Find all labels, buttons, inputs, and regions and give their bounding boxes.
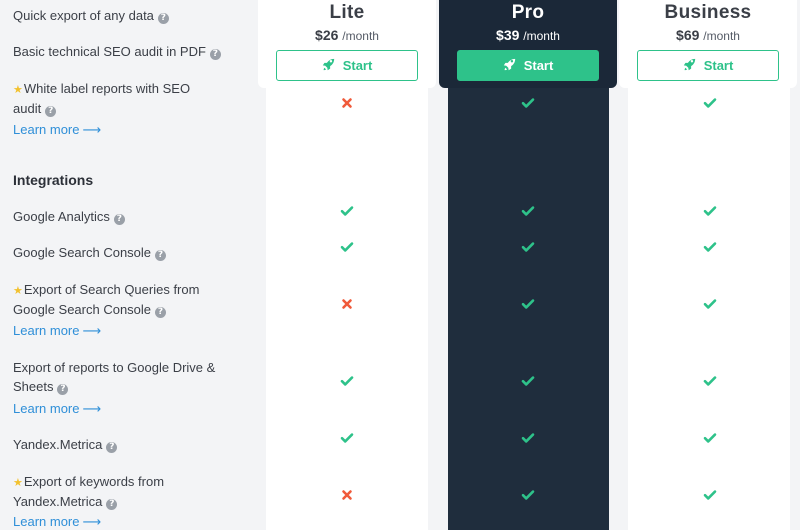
learn-more-link[interactable]: Learn more ⟶ [13,401,101,417]
feature-white-label: ★White label reports with SEO audit? [13,80,218,118]
star-icon: ★ [13,84,23,96]
check-icon [703,96,717,110]
check-icon [703,374,717,388]
price-period: /month [703,29,740,43]
price-period: /month [523,29,560,43]
check-icon [521,96,535,110]
feature-yandex-metrica: Yandex.Metrica? [13,436,238,455]
feature-export-yandex: ★Export of keywords from Yandex.Metrica? [13,473,198,511]
start-button-lite[interactable]: Start [276,50,418,81]
learn-more-link[interactable]: Learn more ⟶ [13,323,101,339]
plan-price: $26 /month [258,27,436,43]
start-button-business[interactable]: Start [637,50,779,81]
question-circle-icon[interactable]: ? [106,498,118,510]
feature-google-analytics: Google Analytics? [13,208,238,227]
plan-card-lite: Lite $26 /month Start [258,0,436,88]
learn-more-link[interactable]: Learn more ⟶ [13,122,101,138]
learn-more-label: Learn more [13,401,80,416]
arrow-right-icon: ⟶ [82,122,102,137]
plan-name: Lite [329,2,365,23]
start-button-label: Start [342,58,373,73]
check-icon [703,240,717,254]
feature-export-queries: ★Export of Search Queries from Google Se… [13,281,223,319]
star-icon: ★ [13,285,23,297]
learn-more-label: Learn more [13,514,80,529]
feature-label: Google Analytics [13,209,110,224]
arrow-right-icon: ⟶ [82,401,102,416]
feature-label: Yandex.Metrica [13,437,103,452]
start-button-label: Start [523,58,554,73]
feature-google-search-console: Google Search Console? [13,244,238,263]
feature-label: Google Search Console [13,245,152,260]
learn-more-label: Learn more [13,122,80,137]
check-icon [521,431,535,445]
price-period: /month [342,29,379,43]
plan-price: $39 /month [439,27,617,43]
check-icon [521,240,535,254]
check-icon [340,204,354,218]
price-amount: $39 [496,27,520,43]
arrow-right-icon: ⟶ [82,323,102,338]
check-icon [703,488,717,502]
check-icon [703,431,717,445]
check-icon [521,297,535,311]
question-circle-icon[interactable]: ? [113,214,125,225]
feature-label: White label reports with SEO audit [13,81,191,116]
start-button-pro[interactable]: Start [457,50,599,81]
section-heading-integrations: Integrations [13,172,94,188]
rocket-icon [503,58,516,74]
feature-label: Export of reports to Google Drive & Shee… [13,360,216,394]
rocket-icon [683,58,696,74]
check-icon [521,488,535,502]
feature-label: Export of keywords from Yandex.Metrica [13,474,165,509]
plan-name: Business [664,2,752,23]
price-amount: $69 [676,27,700,43]
question-circle-icon[interactable]: ? [57,383,69,395]
cross-icon [340,96,354,110]
learn-more-label: Learn more [13,323,80,338]
cross-icon [340,297,354,311]
check-icon [703,204,717,218]
feature-seo-audit: Basic technical SEO audit in PDF? [13,43,238,62]
question-circle-icon[interactable]: ? [155,306,167,318]
check-icon [521,204,535,218]
question-circle-icon[interactable]: ? [45,105,57,117]
arrow-right-icon: ⟶ [82,514,102,529]
question-circle-icon[interactable]: ? [106,442,118,453]
feature-export-drive: Export of reports to Google Drive & Shee… [13,359,235,396]
price-amount: $26 [315,27,339,43]
star-icon: ★ [13,477,23,489]
feature-quick-export: Quick export of any data? [13,7,238,26]
feature-label: Export of Search Queries from Google Sea… [13,282,200,317]
rocket-icon [322,58,335,74]
plan-card-pro: Pro $39 /month Start [439,0,617,88]
plan-name: Pro [511,2,545,23]
check-icon [340,431,354,445]
check-icon [340,374,354,388]
start-button-label: Start [703,58,734,73]
question-circle-icon[interactable]: ? [155,250,167,261]
plan-card-business: Business $69 /month Start [619,0,797,88]
check-icon [703,297,717,311]
question-circle-icon[interactable]: ? [209,49,221,60]
plan-price: $69 /month [619,27,797,43]
feature-label: Basic technical SEO audit in PDF [13,44,206,59]
check-icon [521,374,535,388]
cross-icon [340,488,354,502]
question-circle-icon[interactable]: ? [157,13,169,24]
check-icon [340,240,354,254]
feature-label: Quick export of any data [13,8,154,23]
learn-more-link[interactable]: Learn more ⟶ [13,514,101,530]
